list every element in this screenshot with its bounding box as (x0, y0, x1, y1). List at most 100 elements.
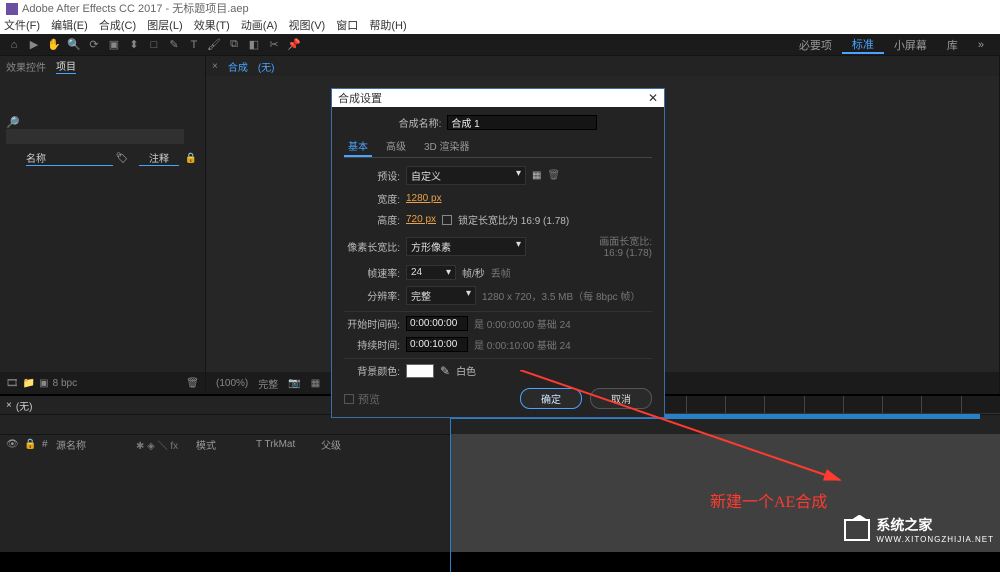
menu-effect[interactable]: 效果(T) (194, 20, 230, 32)
preset-dropdown[interactable]: 自定义 ▾ (406, 166, 526, 185)
fps-drop: 丢帧 (491, 265, 511, 280)
text-tool-icon[interactable]: T (186, 37, 202, 53)
project-search: 🔎 (6, 116, 199, 144)
zoom-dropdown[interactable]: (100%) (216, 378, 248, 389)
close-icon[interactable]: ✕ (648, 91, 658, 105)
tab-project[interactable]: 项目 (56, 58, 76, 74)
watermark-url: WWW.XITONGZHIJIA.NET (876, 535, 994, 544)
window-title: Adobe After Effects CC 2017 - 无标题项目.aep (22, 0, 249, 18)
timeline-columns: 👁 🔒 # 源名称 ✱ ◈ ＼ fx 模式 T TrkMat 父级 (0, 434, 450, 454)
timeline-tab-none[interactable]: (无) (16, 398, 33, 413)
tab-3d-renderer[interactable]: 3D 渲染器 (420, 136, 474, 157)
bg-label: 背景颜色: (344, 363, 400, 378)
tab-basic[interactable]: 基本 (344, 136, 372, 157)
menu-view[interactable]: 视图(V) (289, 20, 326, 32)
eyedropper-icon[interactable]: ✎ (440, 364, 450, 378)
col-source[interactable]: 源名称 (56, 437, 136, 452)
delete-preset-icon[interactable]: 🗑 (547, 170, 560, 181)
eraser-tool-icon[interactable]: ◧ (246, 37, 262, 53)
window-titlebar: Adobe After Effects CC 2017 - 无标题项目.aep (0, 0, 1000, 18)
menu-window[interactable]: 窗口 (336, 20, 358, 32)
preview-checkbox (344, 394, 354, 404)
ok-button[interactable]: 确定 (520, 388, 582, 409)
app-logo-icon (6, 3, 18, 15)
col-trkmat[interactable]: T TrkMat (256, 439, 321, 450)
project-search-input[interactable] (6, 129, 184, 144)
new-folder-icon[interactable]: 📁 (23, 378, 35, 389)
fps-dropdown[interactable]: 24 ▾ (406, 265, 456, 280)
chevron-down-icon: ▾ (446, 267, 451, 278)
viewer-tab-label: × (212, 61, 218, 72)
tab-effect-controls[interactable]: 效果控件 (6, 59, 46, 74)
workspace-small[interactable]: 小屏幕 (884, 37, 937, 53)
new-comp-icon[interactable]: ▣ (39, 378, 48, 389)
viewer-grid-icon[interactable]: ▦ (311, 378, 320, 389)
chevron-down-icon: ▾ (466, 288, 471, 299)
height-label: 高度: (344, 212, 400, 227)
home-icon[interactable]: ⌂ (6, 37, 22, 53)
lock-aspect-checkbox[interactable] (442, 215, 452, 225)
duration-input[interactable] (406, 337, 468, 352)
res-dropdown[interactable]: 完整 (258, 376, 278, 391)
bg-color-swatch[interactable] (406, 364, 434, 378)
workspace-library[interactable]: 库 (937, 37, 968, 53)
menu-edit[interactable]: 编辑(E) (51, 20, 88, 32)
viewer-tab-comp[interactable]: 合成 (228, 59, 248, 74)
workspace-essentials[interactable]: 必要项 (789, 37, 842, 53)
dialog-titlebar[interactable]: 合成设置 ✕ (332, 89, 664, 107)
menu-composition[interactable]: 合成(C) (99, 20, 136, 32)
selection-tool-icon[interactable]: ▶ (26, 37, 42, 53)
width-label: 宽度: (344, 191, 400, 206)
interpret-footage-icon[interactable]: 🎞 (6, 378, 19, 389)
dur-info: 是 0:00:10:00 基础 24 (474, 337, 571, 352)
brush-tool-icon[interactable]: 🖌 (206, 37, 222, 53)
project-panel: 效果控件 项目 🔎 名称 🏷 注释 🔒 🎞 📁 ▣ 8 bpc 🗑 (0, 56, 206, 394)
save-preset-icon[interactable]: ▦ (532, 170, 541, 181)
project-panel-footer: 🎞 📁 ▣ 8 bpc 🗑 (0, 372, 205, 394)
menu-layer[interactable]: 图层(L) (147, 20, 182, 32)
camera-tool-icon[interactable]: ▣ (106, 37, 122, 53)
puppet-tool-icon[interactable]: 📌 (286, 37, 302, 53)
dialog-tabs: 基本 高级 3D 渲染器 (344, 136, 652, 158)
rotate-tool-icon[interactable]: ⟳ (86, 37, 102, 53)
playhead[interactable] (450, 396, 451, 572)
start-timecode-input[interactable] (406, 316, 468, 331)
par-dropdown[interactable]: 方形像素 ▾ (406, 237, 526, 256)
cancel-button[interactable]: 取消 (590, 388, 652, 409)
res-dropdown[interactable]: 完整 ▾ (406, 286, 476, 305)
eye-column-icon[interactable]: 👁 (6, 439, 24, 450)
zoom-tool-icon[interactable]: 🔍 (66, 37, 82, 53)
viewer-tabs: × 合成 (无) (206, 56, 999, 76)
hand-tool-icon[interactable]: ✋ (46, 37, 62, 53)
col-parent[interactable]: 父级 (321, 437, 371, 452)
start-label: 开始时间码: (344, 316, 400, 331)
menu-help[interactable]: 帮助(H) (369, 20, 406, 32)
workspace-standard[interactable]: 标准 (842, 36, 884, 54)
height-value[interactable]: 720 px (406, 214, 436, 225)
col-comment[interactable]: 注释 (139, 150, 179, 166)
workspace-more-icon[interactable]: » (968, 39, 994, 51)
roto-tool-icon[interactable]: ✂ (266, 37, 282, 53)
bpc-label[interactable]: 8 bpc (53, 378, 77, 389)
tab-advanced[interactable]: 高级 (382, 136, 410, 157)
comp-name-label: 合成名称: (399, 115, 442, 130)
composition-settings-dialog: 合成设置 ✕ 合成名称: 基本 高级 3D 渲染器 预设: 自定义 ▾ ▦ 🗑 … (331, 88, 665, 418)
chevron-down-icon: ▾ (516, 168, 521, 179)
menu-animation[interactable]: 动画(A) (241, 20, 278, 32)
lock-column-icon[interactable]: 🔒 (24, 439, 42, 450)
shape-tool-icon[interactable]: □ (146, 37, 162, 53)
col-name[interactable]: 名称 (26, 150, 113, 166)
pan-behind-tool-icon[interactable]: ⬍ (126, 37, 142, 53)
col-mode[interactable]: 模式 (196, 437, 256, 452)
width-value[interactable]: 1280 px (406, 193, 442, 204)
dur-label: 持续时间: (344, 337, 400, 352)
par-label: 像素长宽比: (344, 239, 400, 254)
pen-tool-icon[interactable]: ✎ (166, 37, 182, 53)
viewer-camera-icon[interactable]: 📷 (288, 378, 300, 389)
clone-tool-icon[interactable]: ⧉ (226, 37, 242, 53)
project-panel-tabs: 效果控件 项目 (0, 56, 205, 76)
menu-file[interactable]: 文件(F) (4, 20, 40, 32)
comp-name-input[interactable] (447, 115, 597, 130)
trash-icon[interactable]: 🗑 (186, 378, 199, 389)
preview-toggle: 预览 (344, 391, 380, 407)
